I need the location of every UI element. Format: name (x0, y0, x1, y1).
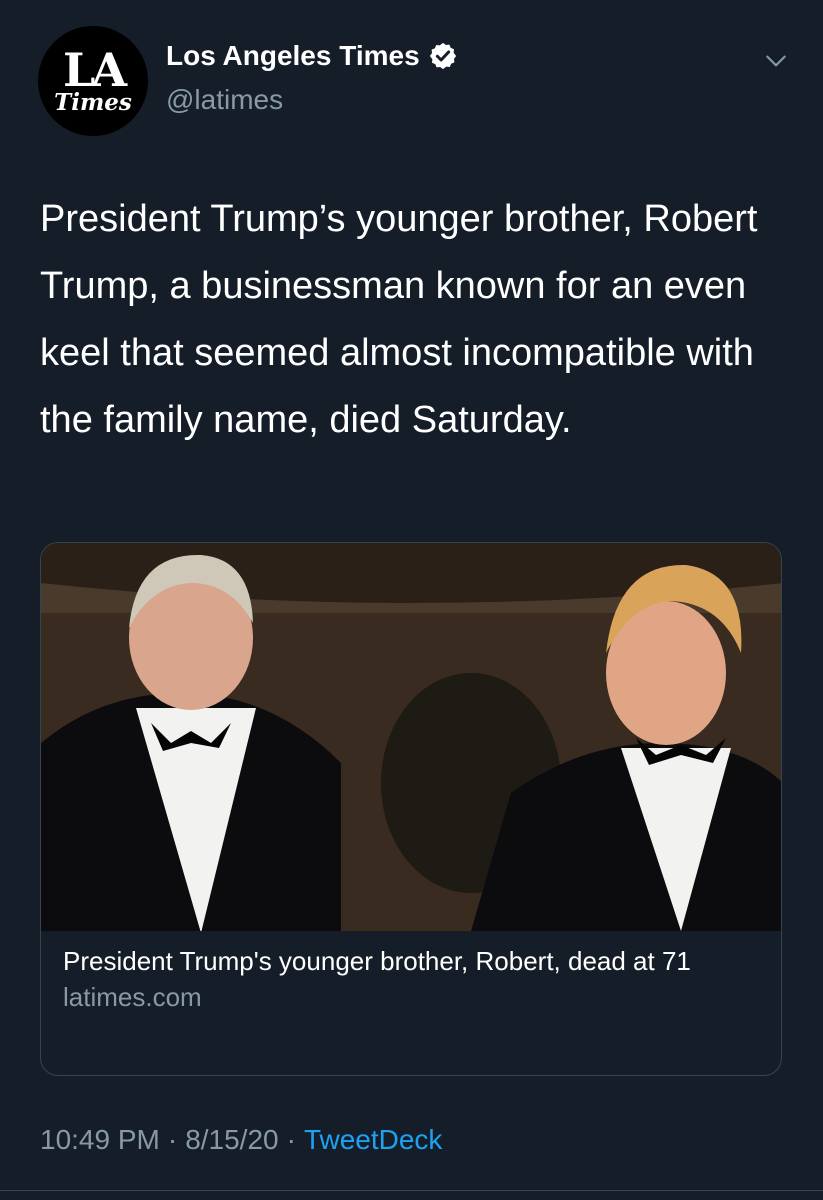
card-title[interactable]: President Trump's younger brother, Rober… (63, 943, 723, 979)
chevron-down-icon[interactable] (763, 48, 789, 74)
tweet-footer: 10:49 PM · 8/15/20 · TweetDeck (40, 1124, 442, 1156)
avatar[interactable]: LA Times (38, 26, 148, 136)
photo-illustration (41, 543, 781, 931)
account-handle[interactable]: @latimes (166, 84, 283, 116)
footer-separator: · (286, 1124, 296, 1155)
card-image (41, 543, 781, 931)
avatar-logo-subtext: Times (54, 89, 132, 116)
display-name[interactable]: Los Angeles Times (166, 40, 420, 72)
tweet-time[interactable]: 10:49 PM (40, 1124, 160, 1156)
card-domain: latimes.com (63, 982, 202, 1012)
tweet: LA Times Los Angeles Times @latimes Pres… (0, 0, 823, 1200)
divider (0, 1190, 823, 1191)
tweet-date[interactable]: 8/15/20 (185, 1124, 278, 1156)
tweet-text: President Trump’s younger brother, Rober… (40, 198, 758, 441)
avatar-logo-text: LA (62, 43, 127, 97)
verified-badge-icon (429, 42, 456, 70)
tweet-source-link[interactable]: TweetDeck (304, 1124, 443, 1156)
name-row: Los Angeles Times (166, 40, 458, 72)
link-card[interactable]: President Trump's younger brother, Rober… (40, 542, 782, 1076)
card-meta: President Trump's younger brother, Rober… (41, 931, 781, 1015)
footer-separator: · (167, 1124, 178, 1155)
